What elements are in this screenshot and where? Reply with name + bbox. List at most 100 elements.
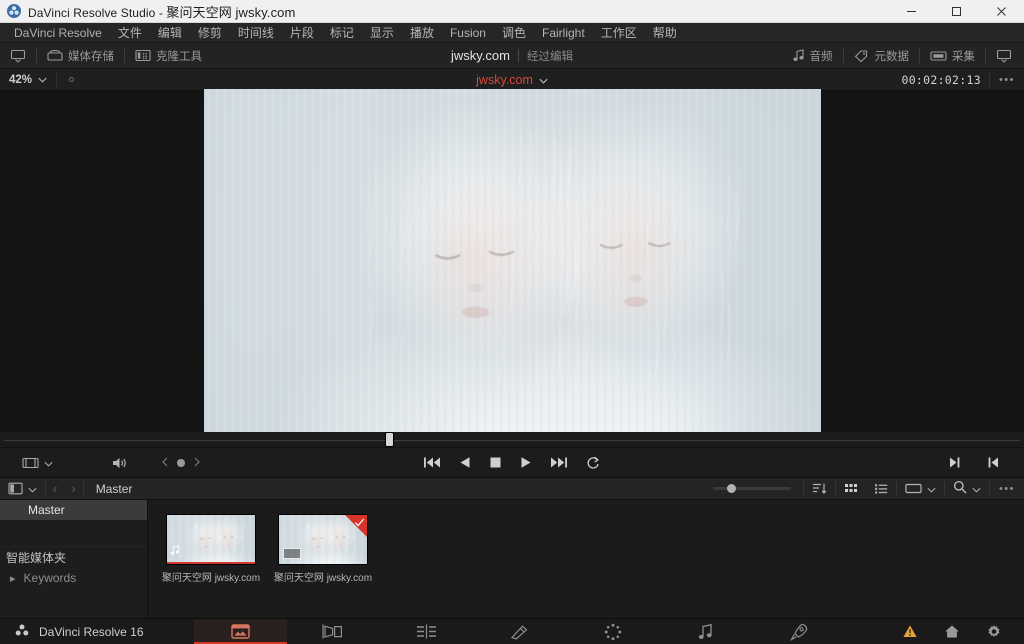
capture-button[interactable]: 采集	[920, 43, 985, 68]
menu-item-workspace[interactable]: 工作区	[593, 23, 645, 43]
page-tab-fusion[interactable]	[473, 619, 566, 644]
menu-item-davinci-resolve[interactable]: DaVinci Resolve	[6, 23, 110, 43]
transport-bar	[0, 448, 1024, 478]
page-tab-cut[interactable]	[287, 619, 380, 644]
media-storage-button[interactable]: 媒体存储	[37, 43, 124, 68]
viewer-options-button[interactable]: •••	[990, 69, 1024, 91]
menu-item-trim[interactable]: 修剪	[190, 23, 230, 43]
play-reverse-button[interactable]	[457, 456, 473, 469]
page-tab-color[interactable]	[566, 619, 659, 644]
menu-item-clip[interactable]: 片段	[282, 23, 322, 43]
clone-tool-button[interactable]: 克隆工具	[125, 43, 212, 68]
metadata-button[interactable]: 元数据	[844, 43, 920, 68]
menu-item-file[interactable]: 文件	[110, 23, 150, 43]
capture-label: 采集	[952, 48, 975, 64]
menu-item-fusion[interactable]: Fusion	[442, 23, 494, 43]
page-tab-edit[interactable]	[380, 619, 473, 644]
loop-button[interactable]	[584, 456, 603, 470]
page-tab-media[interactable]	[194, 619, 287, 644]
viewer-header-divider	[56, 73, 57, 87]
window-titlebar: DaVinci Resolve Studio - 聚问天空网 jwsky.com	[0, 0, 1024, 23]
media-storage-icon	[47, 49, 63, 62]
toolbar-right-group: 音频 元数据 采集	[783, 43, 1024, 68]
expand-caret-icon[interactable]: ▸	[10, 572, 16, 585]
inspector-toggle-button[interactable]	[986, 43, 1022, 68]
clip-check-icon	[354, 517, 365, 531]
clip-name-label: 聚问天空网 jwsky.com	[162, 569, 260, 584]
next-marker-button[interactable]	[194, 456, 200, 470]
menu-bar: DaVinci Resolve 文件 编辑 修剪 时间线 片段 标记 显示 播放…	[0, 23, 1024, 43]
clip-thumbnail-2[interactable]	[278, 514, 368, 565]
page-tabs	[194, 619, 845, 644]
record-dot-icon[interactable]	[69, 77, 74, 82]
smart-bin-keywords[interactable]: ▸ Keywords	[0, 568, 147, 588]
product-name: DaVinci Resolve 16	[39, 625, 144, 639]
thumbnail-size-button[interactable]	[897, 478, 944, 499]
breadcrumb[interactable]: Master	[84, 482, 133, 496]
sort-order-button[interactable]	[804, 478, 835, 499]
menu-item-view[interactable]: 显示	[362, 23, 402, 43]
thumbnail-size-chevron-icon	[927, 482, 936, 496]
media-clip-item-2[interactable]: 聚问天空网 jwsky.com	[278, 514, 368, 584]
list-view-button[interactable]	[866, 478, 896, 499]
project-name: jwsky.com	[451, 48, 510, 63]
viewer-mode-button[interactable]	[14, 456, 61, 470]
skip-to-first-button[interactable]	[421, 456, 443, 469]
zoom-level-dropdown[interactable]: 42%	[0, 69, 56, 90]
minimize-button[interactable]	[889, 0, 934, 22]
clip-chevron-down-icon[interactable]	[539, 73, 548, 87]
media-storage-label: 媒体存储	[68, 48, 114, 64]
navigate-back-button[interactable]: ‹	[46, 478, 64, 500]
menu-item-timeline[interactable]: 时间线	[230, 23, 282, 43]
playhead-handle[interactable]	[386, 433, 393, 446]
volume-button[interactable]	[103, 456, 136, 470]
media-clip-item[interactable]: 聚问天空网 jwsky.com	[166, 514, 256, 584]
skip-to-last-button[interactable]	[548, 456, 570, 469]
menu-item-playback[interactable]: 播放	[402, 23, 442, 43]
stop-button[interactable]	[487, 456, 504, 469]
thumbnail-zoom-slider[interactable]	[713, 487, 791, 490]
thumbnail-view-button[interactable]	[836, 478, 866, 499]
clip-name-label-2: 聚问天空网 jwsky.com	[274, 569, 372, 584]
transport-left-group	[0, 456, 200, 470]
maximize-button[interactable]	[934, 0, 979, 22]
home-icon[interactable]	[944, 624, 960, 639]
menu-item-mark[interactable]: 标记	[322, 23, 362, 43]
marker-navigation	[162, 456, 200, 470]
mark-out-button[interactable]	[940, 456, 969, 469]
audio-waveform-icon	[170, 545, 181, 559]
clip-thumbnail[interactable]	[166, 514, 256, 565]
previous-marker-button[interactable]	[162, 456, 168, 470]
viewer-image-area[interactable]	[0, 91, 1024, 432]
media-pool-toolbar: ‹ › Master	[0, 478, 1024, 500]
menu-item-help[interactable]: 帮助	[645, 23, 685, 43]
mark-in-button[interactable]	[979, 456, 1008, 469]
viewer-toggle-button[interactable]	[0, 43, 36, 68]
toolbar-left-group: 媒体存储 克隆工具	[0, 43, 212, 68]
media-pool-panel: ‹ › Master	[0, 478, 1024, 618]
media-pool-options-button[interactable]: •••	[990, 478, 1024, 500]
clone-tool-label: 克隆工具	[156, 48, 202, 64]
close-button[interactable]	[979, 0, 1024, 22]
play-button[interactable]	[518, 456, 534, 469]
gear-icon[interactable]	[986, 624, 1002, 640]
navigate-forward-button[interactable]: ›	[64, 478, 82, 500]
marker-dot-icon[interactable]	[177, 459, 185, 467]
menu-item-color[interactable]: 调色	[494, 23, 534, 43]
search-button[interactable]	[945, 478, 989, 499]
audio-button[interactable]: 音频	[783, 43, 843, 68]
bin-sidebar-toggle-button[interactable]	[0, 478, 45, 499]
bin-sidebar-chevron-icon	[28, 482, 37, 496]
menu-item-edit[interactable]: 编辑	[150, 23, 190, 43]
smart-bins-header: 智能媒体夹	[0, 546, 147, 568]
viewer-timecode[interactable]: 00:02:02:13	[893, 73, 988, 87]
page-tab-fairlight[interactable]	[659, 619, 752, 644]
bin-list-spacer	[0, 520, 147, 546]
warning-icon[interactable]	[902, 624, 918, 639]
viewer-scrubber[interactable]	[0, 432, 1024, 448]
bin-item-master[interactable]: Master	[0, 500, 147, 520]
menu-item-fairlight[interactable]: Fairlight	[534, 23, 593, 43]
page-tab-deliver[interactable]	[752, 619, 845, 644]
viewer-clip-name[interactable]: jwsky.com	[476, 73, 533, 87]
thumbnail-zoom-slider-knob[interactable]	[727, 484, 736, 493]
